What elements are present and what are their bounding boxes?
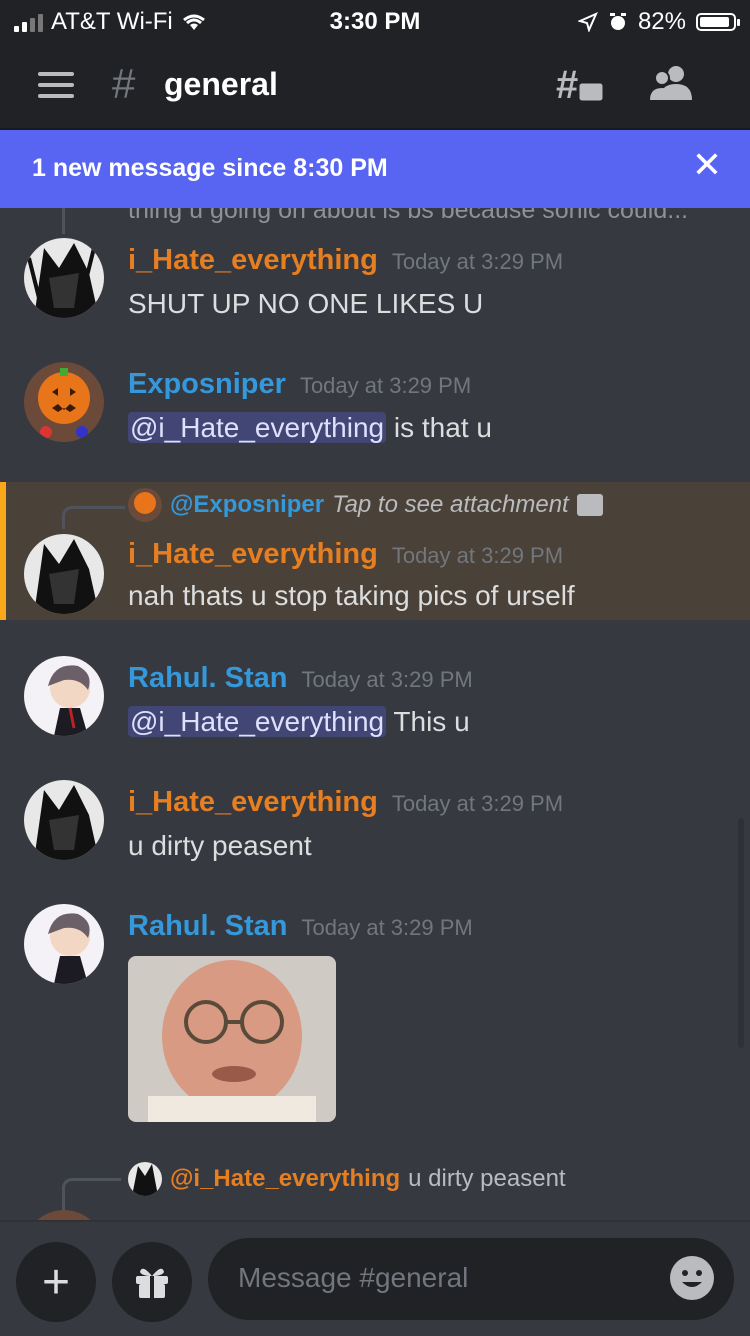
user-mention[interactable]: @i_Hate_everything: [128, 706, 387, 737]
menu-icon[interactable]: [38, 72, 74, 98]
message-text: @i_Hate_everything is that u: [128, 412, 492, 443]
avatar[interactable]: [24, 238, 104, 318]
timestamp: Today at 3:29 PM: [391, 543, 564, 568]
avatar[interactable]: [24, 534, 104, 614]
emoji-icon[interactable]: [670, 1256, 714, 1300]
channel-title[interactable]: general: [164, 66, 278, 103]
gift-icon: [136, 1268, 168, 1298]
gift-button[interactable]: [112, 1242, 192, 1322]
status-right: 82%: [577, 8, 740, 36]
avatar[interactable]: [24, 362, 104, 442]
reply-mention[interactable]: @i_Hate_everything: [170, 1165, 400, 1193]
avatar[interactable]: [24, 1210, 104, 1220]
members-icon[interactable]: [648, 64, 698, 104]
message-item[interactable]: @i_Hate_everything u dirty peasent: [0, 1158, 750, 1220]
message-item[interactable]: i_Hate_everything Today at 3:29 PM u dirt…: [0, 778, 750, 888]
message-input[interactable]: Message #general: [208, 1238, 734, 1320]
faded-message-text: thing u going on about is bs because son…: [128, 208, 689, 224]
author-name[interactable]: Rahul. Stan Today at 3:29 PM: [128, 910, 473, 943]
alarm-icon: [609, 13, 626, 30]
status-bar: AT&T Wi-Fi 3:30 PM 82%: [0, 0, 750, 40]
threads-icon[interactable]: #: [556, 64, 606, 108]
highlighted-message-item[interactable]: @Exposniper Tap to see attachment i_Hate…: [0, 482, 750, 620]
timestamp: Today at 3:29 PM: [301, 915, 473, 940]
message-text: @i_Hate_everything This u: [128, 706, 470, 737]
image-icon: [576, 494, 603, 516]
add-attachment-button[interactable]: +: [16, 1242, 96, 1322]
message-text: nah thats u stop taking pics of urself: [128, 580, 575, 611]
message-feed[interactable]: thing u going on about is bs because son…: [0, 208, 750, 1220]
battery-percent: 82%: [637, 8, 686, 35]
reply-text: Tap to see attachment: [332, 491, 569, 518]
timestamp: Today at 3:29 PM: [391, 791, 564, 816]
new-messages-banner[interactable]: 1 new message since 8:30 PM ✕: [0, 130, 750, 208]
author-name[interactable]: i_Hate_everything Today at 3:29 PM: [128, 538, 563, 571]
reply-mention[interactable]: @Exposniper: [170, 491, 324, 519]
message-composer: + Message #general: [0, 1220, 750, 1336]
user-mention[interactable]: @i_Hate_everything: [128, 412, 387, 443]
message-input-placeholder: Message #general: [238, 1262, 469, 1293]
message-text: u dirty peasent: [128, 830, 312, 861]
close-icon[interactable]: ✕: [692, 144, 722, 186]
location-icon: [577, 12, 598, 32]
channel-header: # general #: [0, 40, 750, 130]
message-item[interactable]: i_Hate_everything Today at 3:29 PM SHUT U…: [0, 236, 750, 336]
message-item[interactable]: Exposniper Today at 3:29 PM @i_Hate_every…: [0, 360, 750, 470]
author-name[interactable]: i_Hate_everything Today at 3:29 PM: [128, 244, 563, 277]
timestamp: Today at 3:29 PM: [301, 667, 473, 692]
avatar[interactable]: [24, 780, 104, 860]
message-item[interactable]: Rahul. Stan Today at 3:29 PM @i_Hate_ever…: [0, 654, 750, 764]
timestamp: Today at 3:29 PM: [299, 373, 472, 398]
image-attachment[interactable]: [128, 956, 336, 1122]
svg-text:#: #: [556, 64, 578, 107]
author-name[interactable]: i_Hate_everything Today at 3:29 PM: [128, 786, 563, 819]
reply-text: u dirty peasent: [408, 1165, 566, 1192]
avatar[interactable]: [24, 904, 104, 984]
author-name[interactable]: Exposniper Today at 3:29 PM: [128, 368, 471, 401]
timestamp: Today at 3:29 PM: [391, 249, 564, 274]
scrollbar[interactable]: [738, 818, 744, 1048]
reply-avatar: [128, 1162, 162, 1196]
message-text: SHUT UP NO ONE LIKES U: [128, 288, 484, 319]
channel-hash-icon: #: [112, 60, 136, 107]
battery-icon: [696, 13, 740, 31]
author-name[interactable]: Rahul. Stan Today at 3:29 PM: [128, 662, 473, 695]
avatar[interactable]: [24, 656, 104, 736]
message-item[interactable]: Rahul. Stan Today at 3:29 PM: [0, 902, 750, 1132]
reply-preview[interactable]: @i_Hate_everything u dirty peasent: [128, 1162, 566, 1196]
reply-preview[interactable]: @Exposniper Tap to see attachment: [128, 488, 603, 522]
reply-avatar: [128, 488, 162, 522]
banner-text: 1 new message since 8:30 PM: [32, 154, 388, 182]
